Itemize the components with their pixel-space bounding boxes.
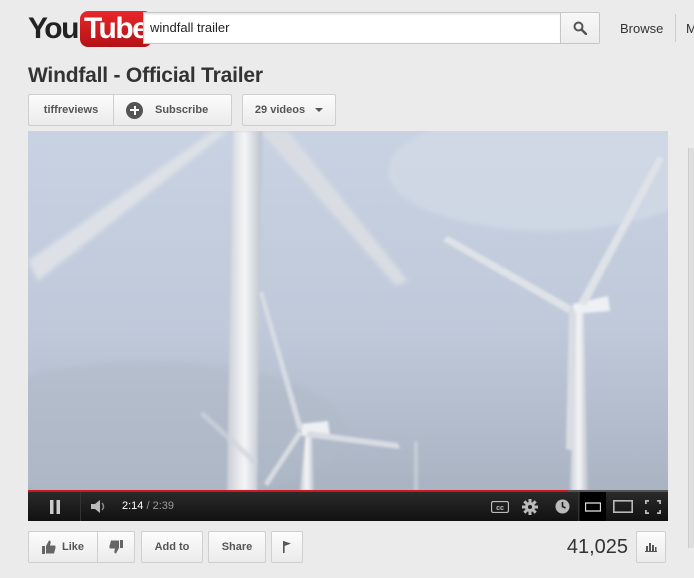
time-separator: / (143, 500, 153, 512)
stats-icon (645, 543, 657, 552)
subscribe-button[interactable]: Subscribe (113, 94, 232, 126)
settings-button[interactable] (516, 492, 544, 521)
control-divider (80, 492, 81, 521)
large-player-button[interactable] (608, 492, 638, 521)
subscribe-label: Subscribe (155, 104, 209, 116)
pause-icon (50, 499, 60, 514)
logo-tube-text: Tube (79, 11, 153, 47)
chevron-down-icon (315, 108, 324, 112)
duration: 2:39 (152, 500, 175, 512)
page-scrollbar-edge[interactable] (688, 148, 694, 548)
video-player[interactable]: 2:14 / 2:39 cc (28, 131, 668, 521)
player-controls: 2:14 / 2:39 cc (28, 492, 668, 521)
current-time: 2:14 (122, 500, 144, 512)
fullscreen-icon (645, 499, 661, 514)
watch-later-button[interactable] (548, 492, 576, 521)
large-player-icon (613, 500, 633, 513)
dislike-button[interactable] (97, 531, 135, 563)
search-button[interactable] (560, 12, 600, 44)
search-input[interactable]: windfall trailer (143, 12, 561, 44)
small-player-icon (585, 501, 601, 512)
view-count: 41,025 (566, 536, 628, 558)
videos-count-label: 29 videos (254, 104, 306, 116)
add-to-button[interactable]: Add to (141, 531, 203, 563)
volume-button[interactable] (84, 492, 114, 521)
search-icon (573, 21, 587, 35)
header-divider (675, 14, 676, 42)
share-button[interactable]: Share (208, 531, 266, 563)
channel-videos-dropdown[interactable]: 29 videos (242, 94, 336, 126)
control-divider (578, 492, 579, 521)
cut-off-header-link[interactable]: M (686, 21, 694, 36)
flag-icon (283, 541, 291, 553)
captions-button[interactable]: cc (486, 492, 514, 521)
small-player-button[interactable] (580, 492, 606, 521)
svg-text:cc: cc (496, 504, 504, 511)
fullscreen-button[interactable] (640, 492, 666, 521)
flag-button[interactable] (271, 531, 303, 563)
logo-you-text: You (28, 12, 79, 45)
video-title: Windfall - Official Trailer (28, 64, 263, 87)
volume-icon (91, 500, 105, 513)
clock-icon (555, 499, 569, 514)
share-label: Share (221, 541, 253, 553)
gear-icon (522, 498, 538, 515)
stats-button[interactable] (636, 531, 666, 563)
video-frame[interactable] (28, 131, 668, 491)
browse-link[interactable]: Browse (620, 21, 663, 36)
thumbs-down-icon (109, 540, 123, 554)
pause-button[interactable] (38, 492, 72, 521)
plus-icon (126, 101, 143, 119)
like-button[interactable]: Like (28, 531, 98, 563)
channel-name: tiffreviews (43, 104, 99, 116)
time-display: 2:14 / 2:39 (122, 492, 174, 521)
channel-button[interactable]: tiffreviews (28, 94, 114, 126)
like-label: Like (61, 541, 84, 553)
youtube-logo[interactable]: You Tube (28, 11, 153, 47)
add-to-label: Add to (154, 541, 190, 553)
cc-icon: cc (491, 500, 509, 513)
thumbs-up-icon (41, 540, 56, 554)
